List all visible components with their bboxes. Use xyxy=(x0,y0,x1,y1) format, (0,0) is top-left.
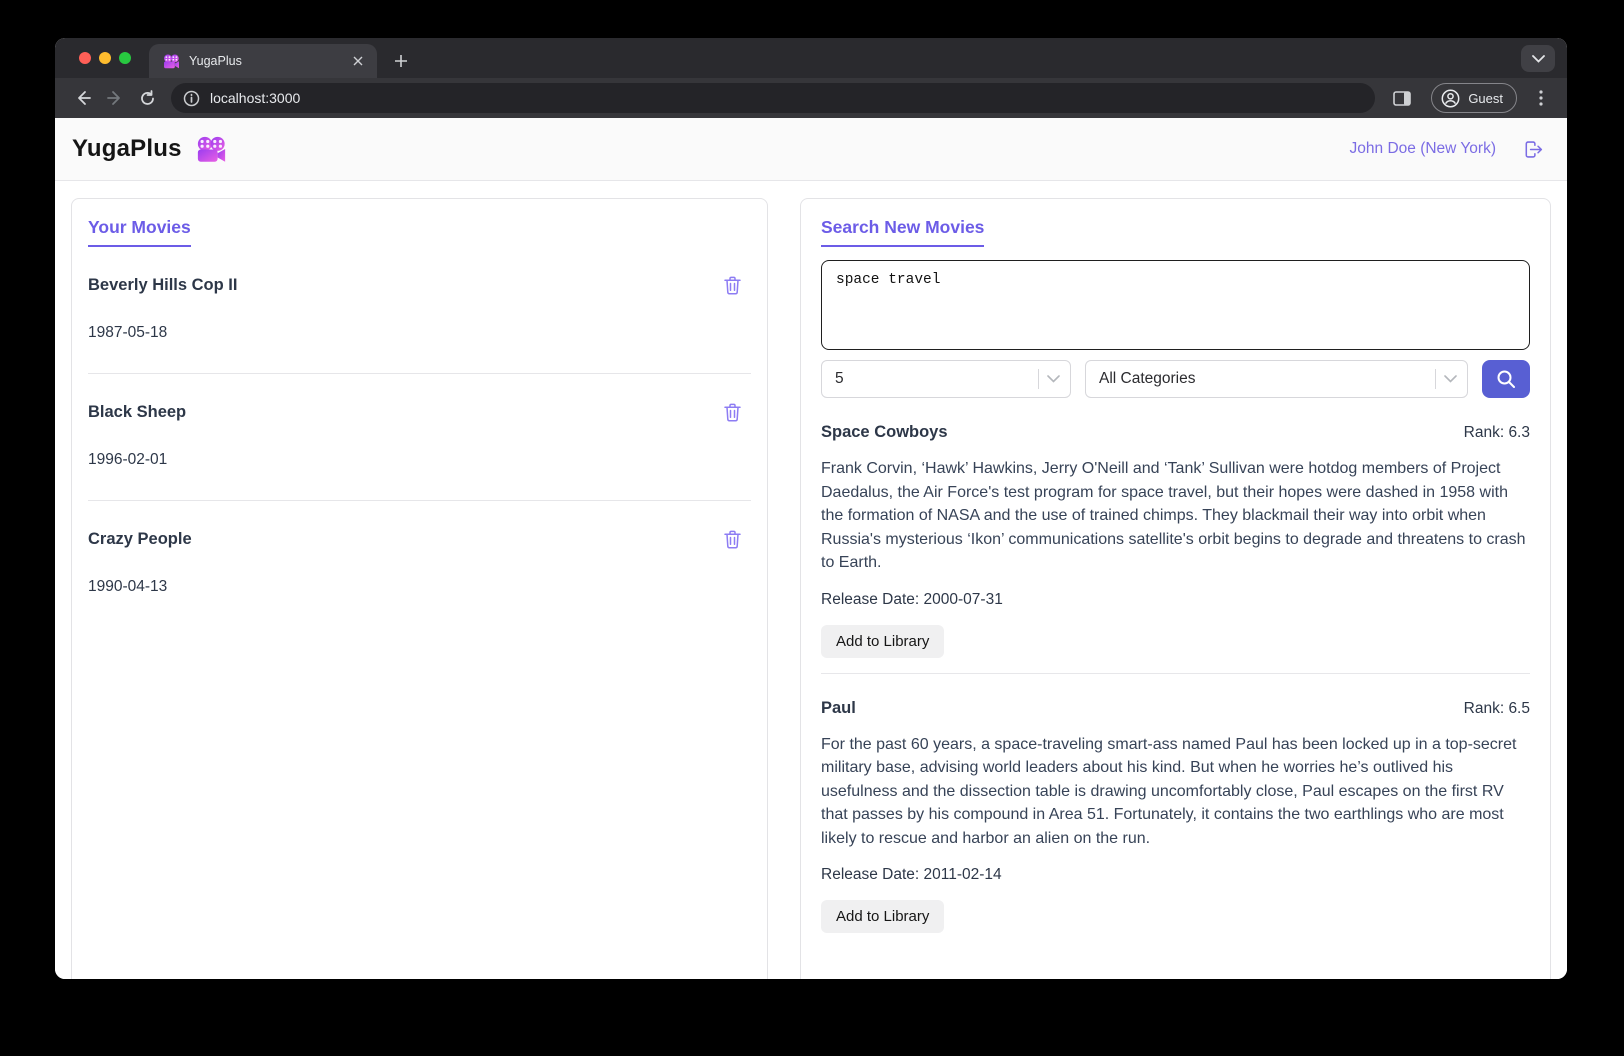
your-movies-panel: Your Movies Beverly Hills Cop II 1987-05… xyxy=(71,198,768,979)
chevron-down-icon xyxy=(1444,375,1457,383)
library-movie-item: Beverly Hills Cop II 1987-05-18 xyxy=(88,247,751,374)
user-name: John Doe (New York) xyxy=(1349,140,1496,157)
window-controls xyxy=(55,38,149,78)
browser-toolbar: localhost:3000 Guest xyxy=(55,78,1567,118)
header-user-area: John Doe (New York) xyxy=(1350,139,1543,160)
library-movie-item: Black Sheep 1996-02-01 xyxy=(88,374,751,501)
search-button[interactable] xyxy=(1482,360,1530,398)
result-description: Frank Corvin, ‘Hawk’ Hawkins, Jerry O'Ne… xyxy=(821,460,1526,571)
site-info-icon[interactable] xyxy=(183,90,200,107)
tab-strip: YugaPlus xyxy=(55,38,1567,78)
result-limit-value: 5 xyxy=(835,370,844,387)
movie-release-date: 1987-05-18 xyxy=(88,324,168,341)
your-movies-title: Your Movies xyxy=(88,217,191,247)
guest-label: Guest xyxy=(1468,90,1503,106)
side-panel-icon[interactable] xyxy=(1387,84,1417,112)
delete-movie-trash-icon[interactable] xyxy=(722,528,743,551)
search-controls: 5 All Categories xyxy=(821,360,1530,398)
result-rank: Rank: 6.5 xyxy=(1463,699,1530,717)
delete-movie-trash-icon[interactable] xyxy=(722,274,743,297)
search-result: Space Cowboys Rank: 6.3 Frank Corvin, ‘H… xyxy=(821,398,1530,674)
person-circle-icon xyxy=(1441,89,1460,108)
browser-window: YugaPlus localhost:3000 Guest YugaPlus J… xyxy=(55,38,1567,979)
tab-search-chevron-down-icon[interactable] xyxy=(1521,45,1555,72)
chevron-down-icon xyxy=(1047,375,1060,383)
result-release-date: Release Date: 2011-02-14 xyxy=(821,866,1002,883)
profile-guest-button[interactable]: Guest xyxy=(1431,83,1517,113)
delete-movie-trash-icon[interactable] xyxy=(722,401,743,424)
result-limit-select[interactable]: 5 xyxy=(821,360,1071,398)
address-bar[interactable]: localhost:3000 xyxy=(171,83,1376,113)
library-movie-item: Crazy People 1990-04-13 xyxy=(88,501,751,627)
new-tab-button[interactable] xyxy=(387,47,415,75)
search-query-input[interactable] xyxy=(821,260,1530,350)
category-value: All Categories xyxy=(1099,370,1196,387)
main-content: Your Movies Beverly Hills Cop II 1987-05… xyxy=(55,181,1567,979)
tab-title: YugaPlus xyxy=(189,54,242,68)
result-title: Paul xyxy=(821,698,856,717)
category-select[interactable]: All Categories xyxy=(1085,360,1468,398)
favicon-movie-camera-icon xyxy=(163,54,180,69)
close-window-button[interactable] xyxy=(79,52,91,64)
movie-title: Crazy People xyxy=(88,530,192,548)
reload-icon[interactable] xyxy=(133,84,161,112)
magnifier-icon xyxy=(1496,369,1516,389)
movie-title: Black Sheep xyxy=(88,403,187,421)
browser-menu-icon[interactable] xyxy=(1529,84,1553,112)
app-header: YugaPlus John Doe (New York) xyxy=(55,118,1567,181)
tab-yugaplus[interactable]: YugaPlus xyxy=(149,44,377,78)
movie-title: Beverly Hills Cop II xyxy=(88,276,238,294)
minimize-window-button[interactable] xyxy=(99,52,111,64)
search-movies-title: Search New Movies xyxy=(821,217,985,247)
result-title: Space Cowboys xyxy=(821,423,948,441)
movie-camera-icon xyxy=(196,136,227,163)
search-movies-panel: Search New Movies 5 All Categories xyxy=(800,198,1551,979)
url-text[interactable]: localhost:3000 xyxy=(210,90,300,106)
movie-release-date: 1996-02-01 xyxy=(88,451,168,468)
result-release-date: Release Date: 2000-07-31 xyxy=(821,590,1003,608)
back-icon[interactable] xyxy=(69,84,97,112)
zoom-window-button[interactable] xyxy=(119,52,131,64)
result-rank: Rank: 6.3 xyxy=(1463,424,1530,441)
add-to-library-button[interactable]: Add to Library xyxy=(821,900,945,933)
movie-release-date: 1990-04-13 xyxy=(88,578,168,595)
search-result: Paul Rank: 6.5 For the past 60 years, a … xyxy=(821,674,1530,933)
logout-icon[interactable] xyxy=(1522,139,1543,160)
brand-title: YugaPlus xyxy=(72,135,182,162)
forward-icon[interactable] xyxy=(101,84,129,112)
close-tab-icon[interactable] xyxy=(349,52,367,70)
result-description: For the past 60 years, a space-traveling… xyxy=(821,735,1517,847)
add-to-library-button[interactable]: Add to Library xyxy=(821,624,945,658)
